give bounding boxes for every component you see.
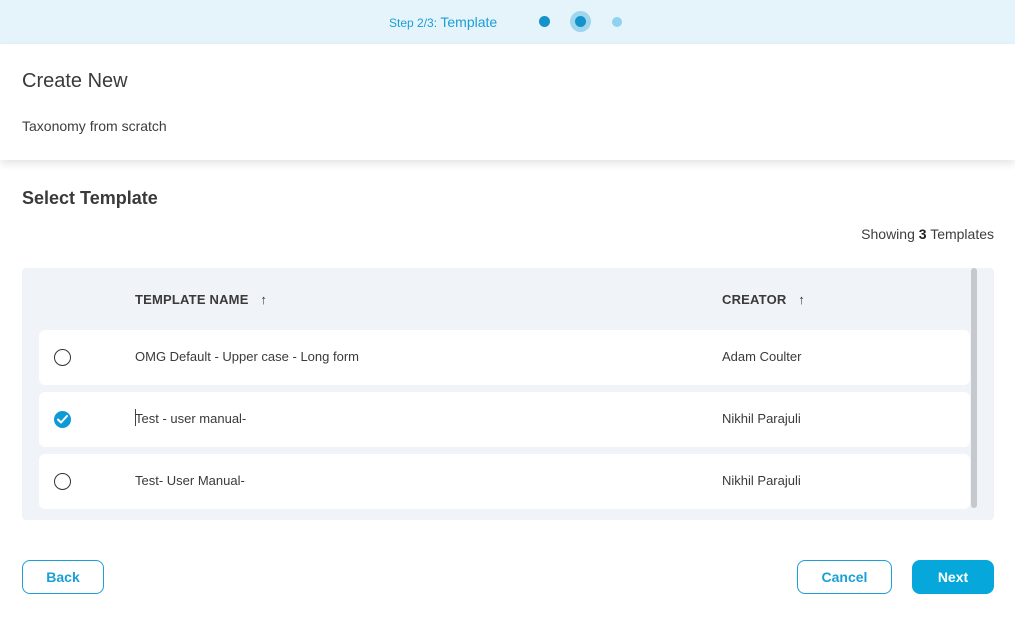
showing-count: 3 (918, 226, 927, 242)
showing-count-text: Showing 3 Templates (861, 226, 994, 242)
template-name-cell: OMG Default - Upper case - Long form (135, 349, 359, 364)
back-button[interactable]: Back (22, 560, 104, 594)
step-indicator: Step 2/3: Template (389, 14, 497, 30)
header-card: Create New Taxonomy from scratch (0, 44, 1015, 160)
table-scrollbar[interactable] (971, 268, 977, 508)
column-header-template-name[interactable]: TEMPLATE NAME ↑ (135, 292, 267, 307)
scrollbar-thumb[interactable] (971, 268, 977, 508)
showing-prefix: Showing (861, 226, 915, 242)
step-dot-1 (539, 16, 550, 27)
step-title: Template (440, 14, 498, 30)
creator-cell: Nikhil Parajuli (722, 411, 801, 426)
showing-suffix: Templates (930, 226, 994, 242)
check-icon (57, 415, 68, 424)
sort-arrow-up-icon[interactable]: ↑ (798, 292, 805, 307)
row-radio-selected[interactable] (54, 411, 71, 428)
template-name-cell: Test - user manual- (135, 411, 247, 426)
creator-cell: Adam Coulter (722, 349, 802, 364)
column-header-creator[interactable]: CREATOR ↑ (722, 292, 805, 307)
step-dot-2-current (575, 16, 586, 27)
creator-cell: Nikhil Parajuli (722, 473, 801, 488)
table-row-selected[interactable]: Test - user manual- Nikhil Parajuli (39, 392, 970, 447)
column-header-label: TEMPLATE NAME (135, 292, 249, 307)
cancel-button[interactable]: Cancel (797, 560, 892, 594)
row-radio-unselected[interactable] (54, 473, 71, 490)
next-button[interactable]: Next (912, 560, 994, 594)
table-row[interactable]: Test- User Manual- Nikhil Parajuli (39, 454, 970, 509)
column-header-label: CREATOR (722, 292, 787, 307)
page-title: Create New (22, 70, 128, 92)
section-title: Select Template (22, 188, 158, 208)
step-dot-3 (612, 17, 622, 27)
step-label: Step 2/3: (389, 16, 438, 30)
row-radio-unselected[interactable] (54, 349, 71, 366)
sort-arrow-up-icon[interactable]: ↑ (260, 292, 267, 307)
table-row[interactable]: OMG Default - Upper case - Long form Ada… (39, 330, 970, 385)
templates-table: TEMPLATE NAME ↑ CREATOR ↑ OMG Default - … (22, 268, 994, 520)
stepper-bar: Step 2/3: Template (0, 0, 1015, 44)
template-name-cell: Test- User Manual- (135, 473, 245, 488)
page-subtitle: Taxonomy from scratch (22, 118, 167, 134)
